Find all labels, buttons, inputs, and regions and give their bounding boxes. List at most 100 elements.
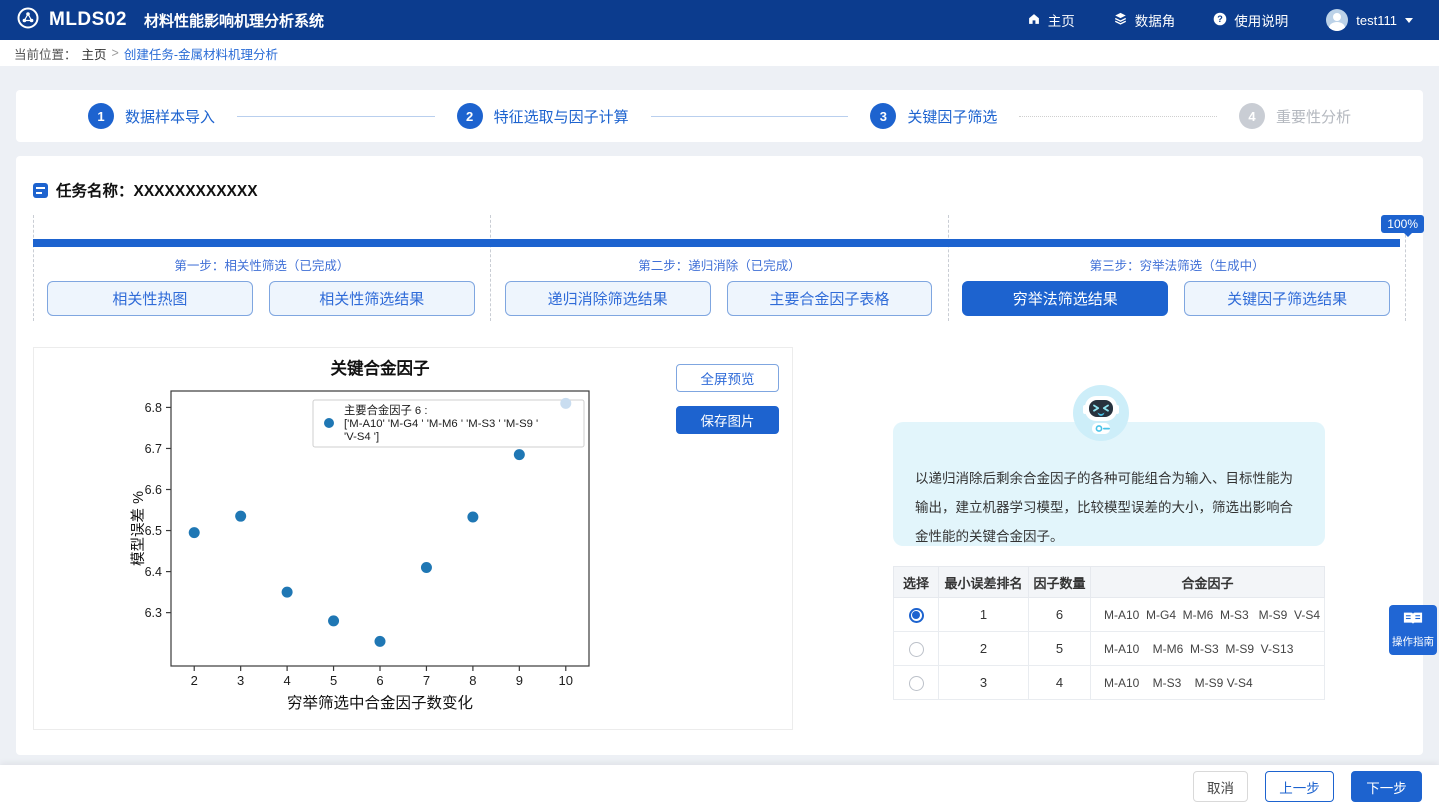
next-step-button[interactable]: 下一步: [1351, 771, 1422, 802]
assistant-description: 以递归消除后剩余合金因子的各种可能组合为输入、目标性能为输出，建立机器学习模型，…: [915, 464, 1303, 551]
exhaustive-screening-result-button[interactable]: 穷举法筛选结果: [962, 281, 1168, 316]
result-table: 选择 最小误差排名 因子数量 合金因子 1 6 M-A10 M-G4 M-M6 …: [893, 566, 1325, 700]
phase-1-label: 第一步：相关性筛选（已完成）: [33, 255, 491, 274]
chart-actions: 全屏预览 保存图片: [676, 364, 779, 434]
table-row: 3 4 M-A10 M-S3 M-S9 V-S4: [894, 666, 1325, 700]
row-3-rank: 3: [939, 666, 1029, 700]
header-factor-count: 因子数量: [1029, 567, 1091, 598]
cancel-button[interactable]: 取消: [1193, 771, 1248, 802]
key-factor-result-button[interactable]: 关键因子筛选结果: [1184, 281, 1390, 316]
breadcrumb-separator: >: [112, 46, 119, 60]
top-header-bar: MLDS02 材料性能影响机理分析系统 主页 数据角 ?: [0, 0, 1439, 40]
step-connector-dotted: [1019, 116, 1217, 117]
row-1-radio[interactable]: [909, 608, 924, 623]
step-4-label: 重要性分析: [1276, 106, 1351, 127]
svg-text:关键合金因子: 关键合金因子: [331, 358, 431, 378]
svg-text:6.6: 6.6: [145, 483, 162, 497]
row-2-factors: M-A10 M-M6 M-S3 M-S9 V-S13: [1091, 632, 1325, 666]
user-menu[interactable]: test111: [1326, 9, 1413, 31]
row-1-rank: 1: [939, 598, 1029, 632]
svg-text:['M-A10' 'M-G4 ' 'M-M6 ' 'M-S3: ['M-A10' 'M-G4 ' 'M-M6 ' 'M-S3 ' 'M-S9 ': [344, 418, 538, 430]
row-2-rank: 2: [939, 632, 1029, 666]
nav-home-label: 主页: [1048, 10, 1075, 30]
svg-text:主要合金因子 6 :: 主要合金因子 6 :: [344, 403, 427, 417]
svg-text:6.7: 6.7: [145, 442, 162, 456]
footer-action-bar: 取消 上一步 下一步: [0, 765, 1439, 808]
top-navigation: 主页 数据角 ? 使用说明 test111: [1027, 9, 1439, 31]
robot-assistant-icon: [1073, 385, 1129, 441]
svg-text:6.4: 6.4: [145, 565, 162, 579]
step-3-circle: 3: [870, 103, 896, 129]
svg-text:2: 2: [191, 673, 198, 688]
nav-help[interactable]: ? 使用说明: [1213, 10, 1288, 30]
recursive-elimination-result-button[interactable]: 递归消除筛选结果: [505, 281, 711, 316]
prev-step-button[interactable]: 上一步: [1265, 771, 1334, 802]
save-image-button[interactable]: 保存图片: [676, 406, 779, 434]
svg-text:3: 3: [237, 673, 244, 688]
breadcrumb-home-link[interactable]: 主页: [82, 44, 107, 63]
nav-data-corner[interactable]: 数据角: [1113, 10, 1176, 30]
row-3-radio[interactable]: [909, 676, 924, 691]
step-connector: [651, 116, 849, 117]
home-icon: [1027, 12, 1041, 29]
svg-text:6.3: 6.3: [145, 606, 162, 620]
scatter-chart: 关键合金因子6.36.46.56.66.76.82345678910模型误差 %…: [129, 350, 704, 730]
header-alloy-factors: 合金因子: [1091, 567, 1325, 598]
row-2-count: 5: [1029, 632, 1091, 666]
task-list-icon: [33, 183, 48, 198]
help-icon: ?: [1213, 12, 1227, 29]
breadcrumb: 当前位置： 主页 > 创建任务-金属材料机理分析: [0, 40, 1439, 66]
step-3-label: 关键因子筛选: [907, 106, 997, 127]
svg-text:8: 8: [469, 673, 476, 688]
header-min-error-rank: 最小误差排名: [939, 567, 1029, 598]
phase-2-label: 第二步：递归消除（已完成）: [491, 255, 949, 274]
logo-text: MLDS02: [49, 9, 127, 31]
svg-text:7: 7: [423, 673, 430, 688]
nav-data-corner-label: 数据角: [1135, 10, 1176, 30]
logo-icon: [16, 6, 40, 35]
step-1-circle: 1: [88, 103, 114, 129]
row-2-radio[interactable]: [909, 642, 924, 657]
fullscreen-preview-button[interactable]: 全屏预览: [676, 364, 779, 392]
operation-guide-label: 操作指南: [1392, 634, 1434, 649]
svg-text:4: 4: [283, 673, 290, 688]
step-2-circle: 2: [457, 103, 483, 129]
correlation-heatmap-button[interactable]: 相关性热图: [47, 281, 253, 316]
main-alloy-factor-table-button[interactable]: 主要合金因子表格: [727, 281, 933, 316]
phase-progress-section: 100% 第一步：相关性筛选（已完成） 相关性热图 相关性筛选结果 第二步：递归…: [33, 215, 1406, 321]
phase-2-column: 第二步：递归消除（已完成） 递归消除筛选结果 主要合金因子表格: [491, 215, 949, 321]
phase-1-column: 第一步：相关性筛选（已完成） 相关性热图 相关性筛选结果: [33, 215, 491, 321]
book-icon: [1403, 611, 1423, 631]
step-2-label: 特征选取与因子计算: [494, 106, 629, 127]
operation-guide-button[interactable]: 操作指南: [1389, 605, 1437, 655]
step-1-label: 数据样本导入: [125, 106, 215, 127]
task-title-row: 任务名称：XXXXXXXXXXXX: [33, 179, 258, 201]
svg-text:模型误差 %: 模型误差 %: [130, 491, 147, 566]
nav-home[interactable]: 主页: [1027, 10, 1075, 30]
task-title: 任务名称：XXXXXXXXXXXX: [56, 179, 258, 201]
chart-panel: 关键合金因子6.36.46.56.66.76.82345678910模型误差 %…: [33, 347, 793, 730]
phase-columns: 第一步：相关性筛选（已完成） 相关性热图 相关性筛选结果 第二步：递归消除（已完…: [33, 215, 1406, 321]
layers-icon: [1113, 11, 1128, 29]
svg-text:9: 9: [516, 673, 523, 688]
row-1-factors: M-A10 M-G4 M-M6 M-S3 M-S9 V-S4: [1091, 598, 1325, 632]
breadcrumb-prefix: 当前位置：: [14, 44, 77, 63]
svg-text:10: 10: [559, 673, 573, 688]
wizard-step-3: 3 关键因子筛选: [870, 103, 997, 129]
header-select: 选择: [894, 567, 939, 598]
system-title: 材料性能影响机理分析系统: [144, 10, 324, 31]
correlation-result-button[interactable]: 相关性筛选结果: [269, 281, 475, 316]
wizard-step-4: 4 重要性分析: [1239, 103, 1351, 129]
row-3-count: 4: [1029, 666, 1091, 700]
app-logo: MLDS02 材料性能影响机理分析系统: [0, 6, 324, 35]
row-3-factors: M-A10 M-S3 M-S9 V-S4: [1091, 666, 1325, 700]
svg-text:5: 5: [330, 673, 337, 688]
wizard-step-1: 1 数据样本导入: [88, 103, 215, 129]
main-content-card: 任务名称：XXXXXXXXXXXX 100% 第一步：相关性筛选（已完成） 相关…: [16, 156, 1423, 755]
step-connector: [237, 116, 435, 117]
user-avatar: [1326, 9, 1348, 31]
svg-text:6.5: 6.5: [145, 524, 162, 538]
table-header-row: 选择 最小误差排名 因子数量 合金因子: [894, 567, 1325, 598]
table-row: 1 6 M-A10 M-G4 M-M6 M-S3 M-S9 V-S4: [894, 598, 1325, 632]
svg-text:6.8: 6.8: [145, 401, 162, 415]
